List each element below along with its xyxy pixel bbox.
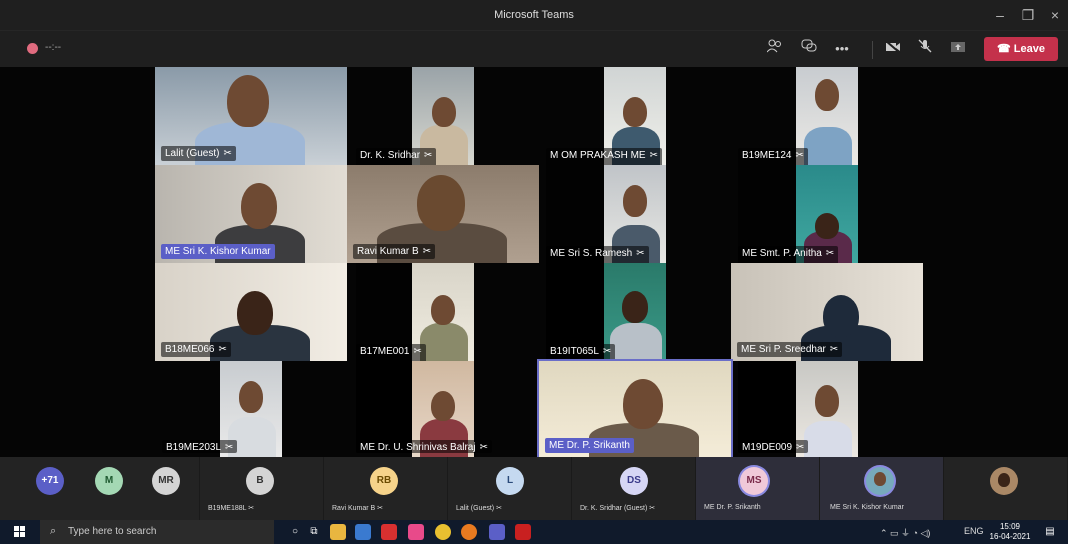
- mic-off-icon: ✂: [218, 344, 227, 355]
- avatar: L: [496, 467, 524, 495]
- mic-off-icon[interactable]: [915, 39, 935, 59]
- participant-name-tag: ME Sri P. Sreedhar ✂: [737, 342, 843, 357]
- windows-taskbar: ⌕ Type here to search ○ ⧉ ⌃ ▭ ⏚ ◔ ◁) ENG…: [0, 520, 1068, 544]
- meeting-timer: --:--: [45, 42, 62, 53]
- mic-off-icon: ✂: [223, 148, 232, 159]
- avatar[interactable]: MR: [152, 467, 180, 495]
- avatar: MS: [740, 467, 768, 495]
- video-tile[interactable]: ME Sri K. Kishor Kumar: [155, 165, 347, 263]
- participant-name: B19ME188L ✂: [208, 505, 255, 512]
- participant-strip: +71 M MR B B19ME188L ✂ RB Ravi Kumar B ✂…: [0, 457, 1068, 520]
- avatar: DS: [620, 467, 648, 495]
- participant-name-tag: ME Dr. U. Shrinivas Balraj ✂: [356, 440, 492, 453]
- leave-label: Leave: [1013, 43, 1045, 55]
- leave-button[interactable]: ☎ Leave: [984, 37, 1058, 61]
- mic-off-icon: ✂: [602, 346, 612, 357]
- minimize-icon[interactable]: –: [990, 5, 1010, 25]
- cortana-icon[interactable]: ○: [287, 524, 303, 540]
- close-icon[interactable]: ×: [1045, 5, 1065, 25]
- clock-date: 16-04-2021: [989, 532, 1031, 541]
- video-tile[interactable]: Lalit (Guest) ✂: [155, 67, 347, 165]
- video-tile-active-speaker[interactable]: ME Dr. P. Srikanth: [537, 359, 733, 459]
- video-tile[interactable]: Ravi Kumar B ✂: [347, 165, 539, 263]
- more-participants-button[interactable]: +71: [36, 467, 64, 495]
- video-tile[interactable]: ME Sri P. Sreedhar ✂: [731, 263, 923, 361]
- toolbar-divider: [872, 41, 873, 59]
- mic-off-icon: ✂: [377, 505, 384, 512]
- mic-off-icon: ✂: [225, 442, 234, 453]
- mic-off-icon: ✂: [413, 346, 422, 357]
- mic-off-icon: ✂: [248, 505, 255, 512]
- mic-off-icon: ✂: [496, 505, 502, 512]
- mic-off-icon: ✂: [825, 248, 835, 259]
- participant-cell[interactable]: [944, 457, 1068, 520]
- participant-name-tag: B18ME066 ✂: [161, 342, 231, 357]
- avatar: RB: [370, 467, 398, 495]
- taskbar-clock[interactable]: 15:09 16-04-2021: [989, 522, 1031, 542]
- maximize-icon[interactable]: ❐: [1018, 5, 1038, 25]
- participant-cell[interactable]: B B19ME188L ✂: [200, 457, 324, 520]
- participant-cell[interactable]: RB Ravi Kumar B ✂: [324, 457, 448, 520]
- app-icon[interactable]: [381, 524, 397, 540]
- chat-icon[interactable]: [799, 39, 819, 59]
- participant-name-tag: ME Dr. P. Srikanth: [545, 438, 634, 453]
- mic-off-icon: ✂: [829, 344, 839, 355]
- participant-cell[interactable]: ME Sri K. Kishor Kumar: [820, 457, 944, 520]
- mic-off-icon: ✂: [424, 150, 433, 161]
- search-icon: ⌕: [50, 525, 57, 537]
- participant-name: ME Dr. P. Srikanth: [704, 504, 761, 511]
- mic-off-icon: ✂: [649, 505, 656, 512]
- participant-name-tag: Ravi Kumar B ✂: [353, 244, 436, 259]
- mic-off-icon: ✂: [636, 248, 645, 259]
- search-placeholder: Type here to search: [68, 526, 157, 537]
- firefox-icon[interactable]: [461, 524, 477, 540]
- participant-name-tag: ME Sri K. Kishor Kumar: [161, 244, 275, 259]
- meeting-toolbar: --:-- ••• ☎ Leave: [0, 30, 1068, 67]
- more-actions-icon[interactable]: •••: [832, 39, 852, 59]
- task-view-icon[interactable]: ⧉: [306, 524, 322, 540]
- tray-icons[interactable]: ⌃ ▭ ⏚ ◔ ◁): [880, 526, 930, 539]
- avatar: B: [246, 467, 274, 495]
- acrobat-icon[interactable]: [515, 524, 531, 540]
- file-explorer-icon[interactable]: [330, 524, 346, 540]
- video-tile[interactable]: B18ME066 ✂: [155, 263, 347, 361]
- window-title: Microsoft Teams: [494, 9, 574, 21]
- overflow-avatars: +71 M MR: [0, 457, 200, 520]
- windows-start-icon[interactable]: [14, 526, 26, 538]
- notifications-icon[interactable]: ▤: [1042, 524, 1058, 540]
- participants-icon[interactable]: [765, 39, 785, 59]
- camera-off-icon[interactable]: [883, 39, 903, 59]
- chrome-icon[interactable]: [435, 524, 451, 540]
- mic-off-icon: ✂: [479, 442, 488, 453]
- app-icon[interactable]: [408, 524, 424, 540]
- participant-cell[interactable]: DS Dr. K. Sridhar (Guest) ✂: [572, 457, 696, 520]
- taskbar-search-box[interactable]: ⌕ Type here to search: [40, 520, 274, 544]
- phone-icon: ☎: [997, 43, 1011, 55]
- store-icon[interactable]: [355, 524, 371, 540]
- language-indicator[interactable]: ENG: [964, 526, 984, 536]
- participant-name: Dr. K. Sridhar (Guest) ✂: [580, 505, 656, 512]
- participant-name-tag: M19DE009 ✂: [738, 440, 809, 453]
- teams-icon[interactable]: [489, 524, 505, 540]
- participant-name: ME Sri K. Kishor Kumar: [830, 504, 904, 511]
- mic-off-icon: ✂: [795, 150, 804, 161]
- teams-window: Microsoft Teams – ❐ × --:-- ••• ☎ Leave: [0, 0, 1068, 544]
- mic-off-icon: ✂: [422, 246, 432, 257]
- avatar-photo: [866, 467, 894, 495]
- mic-off-icon: ✂: [649, 150, 658, 161]
- mic-off-icon: ✂: [796, 442, 805, 453]
- participant-name: Ravi Kumar B ✂: [332, 505, 384, 512]
- participant-cell[interactable]: MS ME Dr. P. Srikanth: [696, 457, 820, 520]
- participant-name-tag: B19ME203L ✂: [162, 440, 238, 453]
- participant-cell[interactable]: L Lalit (Guest) ✂: [448, 457, 572, 520]
- avatar-photo: [990, 467, 1018, 495]
- avatar[interactable]: M: [95, 467, 123, 495]
- share-screen-icon[interactable]: [948, 39, 968, 59]
- recording-icon: [27, 43, 38, 54]
- participant-name-tag: Lalit (Guest) ✂: [161, 146, 236, 161]
- participant-name: Lalit (Guest) ✂: [456, 505, 502, 512]
- title-bar: Microsoft Teams – ❐ ×: [0, 0, 1068, 30]
- clock-time: 15:09: [999, 522, 1021, 531]
- video-grid: Lalit (Guest) ✂ Dr. K. Sridhar ✂ M OM PRAK…: [0, 67, 1068, 459]
